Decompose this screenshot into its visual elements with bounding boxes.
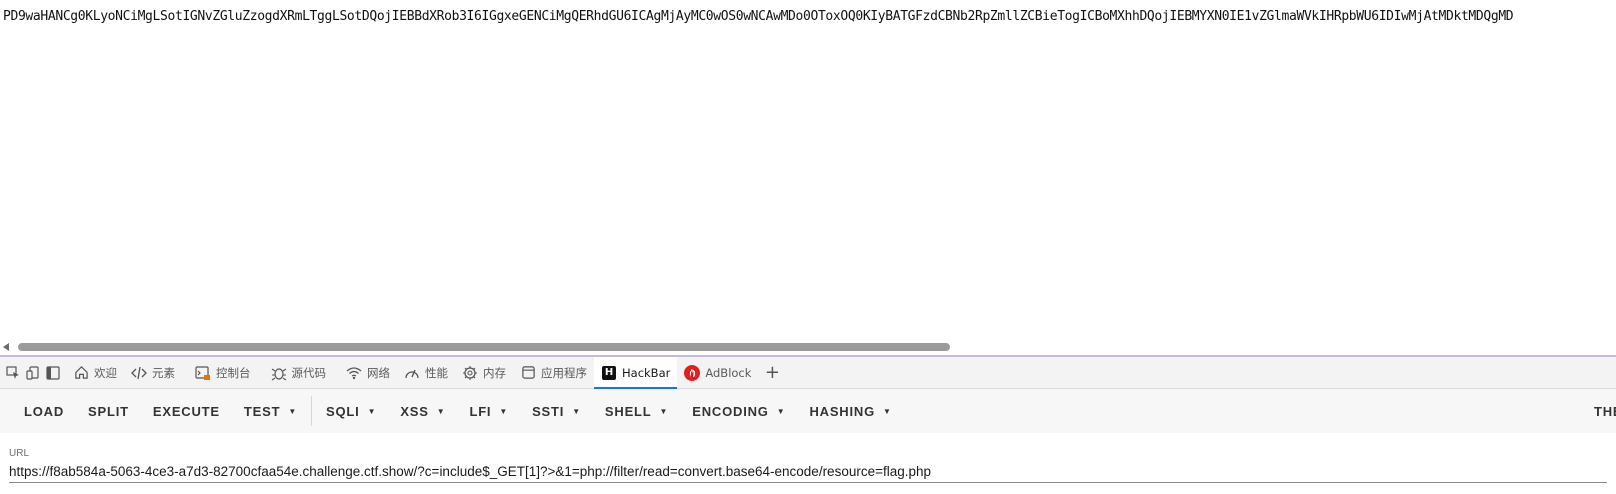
caret-down-icon: ▼	[436, 406, 446, 416]
button-label: HASHING	[809, 403, 875, 419]
adblock-logo-icon	[684, 364, 701, 381]
tab-adblock[interactable]: AdBlock	[677, 357, 758, 389]
hackbar-toolbar: LOAD SPLIT EXECUTE TEST ▼ SQLI ▼ XSS ▼ LFI ▼…	[0, 389, 1616, 433]
chip-icon	[462, 365, 478, 381]
button-label: EXECUTE	[152, 403, 220, 419]
tab-welcome[interactable]: 欢迎	[66, 357, 124, 389]
scrollbar-thumb[interactable]	[18, 343, 950, 351]
dock-panel-icon[interactable]	[46, 365, 60, 380]
tab-label: 网络	[367, 365, 390, 380]
base64-output-text: PD9waHANCg0KLyoNCiMgLSotIGNvZGluZzogdXRm…	[3, 9, 1514, 24]
execute-button[interactable]: EXECUTE	[141, 396, 232, 426]
xss-menu-button[interactable]: XSS ▼	[388, 396, 457, 426]
tab-label: HackBar	[622, 365, 671, 380]
caret-down-icon: ▼	[659, 406, 669, 416]
tab-label: 性能	[425, 365, 448, 380]
button-label: LOAD	[24, 403, 65, 419]
caret-down-icon: ▼	[572, 406, 581, 416]
tab-sources[interactable]: 源代码	[264, 357, 334, 389]
url-field-label: URL	[9, 448, 30, 459]
sqli-menu-button[interactable]: SQLI ▼	[314, 396, 388, 426]
button-label: LFI	[469, 403, 492, 419]
ssti-menu-button[interactable]: SSTI ▼	[520, 396, 593, 426]
wifi-icon	[346, 365, 362, 381]
page-content: PD9waHANCg0KLyoNCiMgLSotIGNvZGluZzogdXRm…	[0, 0, 1616, 340]
shell-menu-button[interactable]: SHELL ▼	[593, 396, 680, 426]
hashing-menu-button[interactable]: HASHING ▼	[797, 396, 903, 426]
tab-label: 控制台	[216, 365, 251, 380]
inspect-element-icon[interactable]	[6, 365, 20, 380]
tab-network[interactable]: 网络	[339, 357, 397, 389]
scroll-left-arrow-icon[interactable]	[3, 343, 9, 351]
console-icon	[195, 365, 211, 381]
tab-label: 源代码	[291, 365, 327, 380]
split-button[interactable]: SPLIT	[76, 396, 141, 426]
button-label: XSS	[400, 403, 429, 419]
tab-performance[interactable]: 性能	[397, 357, 455, 389]
device-emulation-icon[interactable]	[26, 365, 40, 380]
tab-hackbar[interactable]: H HackBar	[594, 356, 678, 390]
code-icon	[131, 365, 147, 381]
button-label: SQLI	[326, 403, 360, 419]
button-label: SSTI	[532, 403, 565, 419]
tab-elements[interactable]: 元素	[124, 357, 182, 389]
theme-menu-button[interactable]: THEME	[1582, 389, 1616, 433]
button-label: ENCODING	[692, 403, 769, 419]
lfi-menu-button[interactable]: LFI ▼	[457, 396, 520, 426]
tab-label: 应用程序	[541, 365, 587, 380]
button-label: TEST	[243, 403, 281, 419]
bug-icon	[271, 365, 287, 381]
tab-label: AdBlock	[705, 365, 752, 380]
load-button[interactable]: LOAD	[12, 396, 76, 426]
button-label: THEME	[1594, 403, 1616, 419]
horizontal-scrollbar[interactable]	[0, 340, 1616, 355]
app-window-icon	[520, 365, 536, 381]
caret-down-icon: ▼	[776, 406, 786, 416]
tab-application[interactable]: 应用程序	[513, 357, 594, 389]
tab-label: 内存	[483, 365, 506, 380]
gauge-icon	[404, 365, 420, 381]
devtools-tab-bar: 欢迎 元素 控制台 源代码 网络 性能 内存 应用程序 H HackBar Ad…	[0, 356, 1616, 390]
button-label: SPLIT	[88, 403, 129, 419]
home-icon	[73, 365, 89, 381]
caret-down-icon: ▼	[288, 406, 298, 416]
tab-label: 欢迎	[94, 365, 117, 380]
toolbar-divider	[311, 396, 313, 426]
browser-page: PD9waHANCg0KLyoNCiMgLSotIGNvZGluZzogdXRm…	[0, 0, 1616, 494]
hackbar-logo-icon: H	[601, 365, 617, 381]
add-tab-button[interactable]: +	[762, 362, 782, 383]
tab-console[interactable]: 控制台	[188, 357, 258, 389]
caret-down-icon: ▼	[499, 406, 509, 416]
caret-down-icon: ▼	[883, 406, 892, 416]
test-menu-button[interactable]: TEST ▼	[232, 396, 309, 426]
caret-down-icon: ▼	[367, 406, 377, 416]
button-label: SHELL	[604, 403, 652, 419]
url-panel: URL	[0, 433, 1616, 494]
url-input[interactable]	[9, 460, 1607, 483]
tab-label: 元素	[152, 365, 175, 380]
tab-memory[interactable]: 内存	[455, 357, 513, 389]
encoding-menu-button[interactable]: ENCODING ▼	[680, 396, 797, 426]
